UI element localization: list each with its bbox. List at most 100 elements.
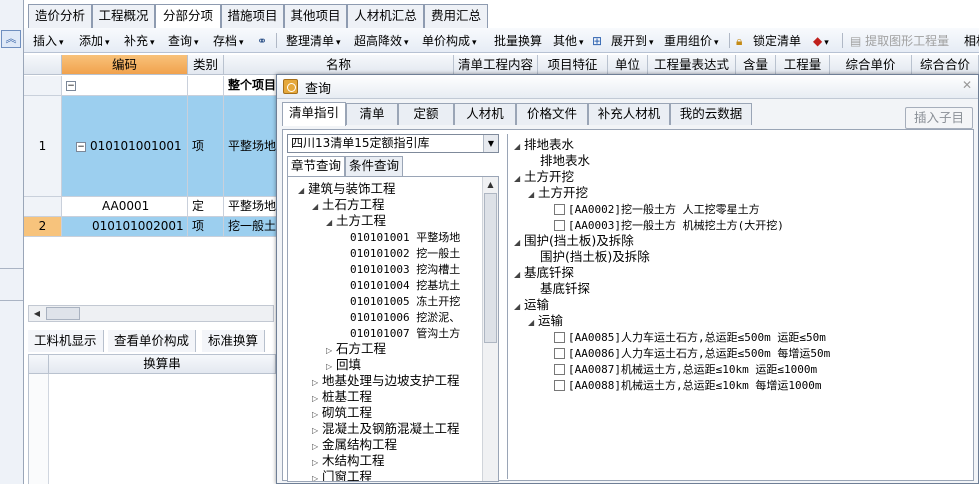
collapse-icon[interactable]: −	[66, 80, 76, 91]
horizontal-scrollbar[interactable]: ◀	[28, 305, 274, 322]
archive-menu[interactable]: 存档 ▾	[213, 32, 244, 50]
tree-node[interactable]: 010101005 冻土开挖	[340, 293, 460, 309]
unit-composition-menu[interactable]: 单价构成 ▾	[422, 32, 477, 50]
tree-node[interactable]: 010101004 挖基坑土	[340, 277, 460, 293]
insert-menu[interactable]: 插入 ▾	[33, 32, 64, 50]
col-header-content-qty[interactable]: 含量	[736, 55, 776, 75]
checkbox[interactable]	[554, 364, 565, 375]
expanded-triangle-icon[interactable]: ◢	[312, 199, 322, 215]
expanded-triangle-icon[interactable]: ◢	[514, 267, 524, 283]
checkbox[interactable]	[554, 204, 565, 215]
quota-item[interactable]: [AA0086]人力车运土石方,总运距≤500m 每增运50m	[542, 345, 830, 361]
tree-node[interactable]: ▷ 砌筑工程	[312, 405, 372, 421]
col-header-expression[interactable]: 工程量表达式	[648, 55, 736, 75]
guide-node[interactable]: ◢ 基底钎探	[514, 265, 574, 281]
expanded-triangle-icon[interactable]: ◢	[326, 215, 336, 231]
tree-node[interactable]: 010101001 平整场地	[340, 229, 460, 245]
guide-node[interactable]: ◢ 土方开挖	[514, 169, 574, 185]
tab-my-cloud-data[interactable]: 我的云数据	[670, 103, 752, 125]
table-row-code[interactable]: −	[62, 76, 188, 96]
expanded-triangle-icon[interactable]: ◢	[298, 183, 308, 199]
row-number[interactable]: 2	[24, 217, 62, 237]
guide-node[interactable]: ◢ 土方开挖	[528, 185, 588, 201]
table-row-type[interactable]: 项	[188, 96, 224, 197]
tab-project-overview[interactable]: 工程概况	[92, 4, 155, 28]
tab-labor-material-display[interactable]: 工料机显示	[28, 330, 104, 352]
quota-item[interactable]: [AA0003]挖一般土方 机械挖土方(大开挖)	[542, 217, 784, 233]
tab-labor-material[interactable]: 人材机	[454, 103, 516, 125]
tab-quota[interactable]: 定额	[398, 103, 454, 125]
lock-list-button[interactable]: 锁定清单	[753, 32, 801, 50]
checkbox[interactable]	[554, 348, 565, 359]
tab-supplement-labor-material[interactable]: 补充人材机	[588, 103, 670, 125]
row-number[interactable]: 1	[24, 96, 62, 197]
scroll-thumb[interactable]	[46, 307, 80, 320]
col-header-content[interactable]: 清单工程内容	[454, 55, 538, 75]
guide-node[interactable]: 排地表水	[528, 153, 590, 169]
tab-list[interactable]: 清单	[346, 103, 398, 125]
table-row-code[interactable]: AA0001	[62, 197, 188, 217]
tab-cost-analysis[interactable]: 造价分析	[28, 4, 92, 28]
guide-node[interactable]: 围护(挡土板)及拆除	[528, 249, 650, 265]
chevron-down-icon[interactable]: ▼	[483, 135, 498, 152]
guide-node[interactable]: ◢ 排地表水	[514, 137, 574, 153]
quota-item[interactable]: [AA0085]人力车运土石方,总运距≤500m 运距≤50m	[542, 329, 826, 345]
close-icon[interactable]: ✕	[962, 78, 972, 92]
tab-chapter-query[interactable]: 章节查询	[287, 156, 345, 176]
extract-graph-quantity-button[interactable]: ▤ 提取图形工程量	[850, 32, 949, 50]
super-reduce-menu[interactable]: 超高降效 ▾	[354, 32, 409, 50]
dialog-titlebar[interactable]: 查询 ✕	[277, 75, 978, 99]
paint-bucket-icon[interactable]: ◆ ▾	[813, 32, 829, 50]
tree-node[interactable]: ◢ 建筑与装饰工程	[298, 181, 396, 197]
tree-node[interactable]: ▷ 石方工程	[326, 341, 386, 357]
checkbox[interactable]	[554, 332, 565, 343]
query-menu[interactable]: 查询 ▾	[168, 32, 199, 50]
table-row-code[interactable]: 010101002001	[62, 217, 188, 237]
guide-node[interactable]: 基底钎探	[528, 281, 590, 297]
other-menu[interactable]: 其他 ▾	[553, 32, 584, 50]
library-select[interactable]: 四川13清单15定额指引库 ▼	[287, 134, 499, 153]
tab-price-file[interactable]: 价格文件	[516, 103, 588, 125]
table-row-type[interactable]: 定	[188, 197, 224, 217]
quota-item[interactable]: [AA0088]机械运土方,总运距≤10km 每增运1000m	[542, 377, 821, 393]
organize-list-menu[interactable]: 整理清单 ▾	[286, 32, 341, 50]
tab-standard-conversion[interactable]: 标准换算	[202, 330, 266, 352]
tree-node[interactable]: 010101007 管沟土方	[340, 325, 460, 341]
col-header-quantity[interactable]: 工程量	[776, 55, 830, 75]
tree-node[interactable]: 010101003 挖沟槽土	[340, 261, 460, 277]
tree-node[interactable]: ▷ 桩基工程	[312, 389, 372, 405]
expanded-triangle-icon[interactable]: ◢	[528, 315, 538, 331]
col-header-unit[interactable]: 单位	[608, 55, 648, 75]
tab-labor-material-summary[interactable]: 人材机汇总	[347, 4, 424, 28]
reuse-price-menu[interactable]: 重用组价 ▾	[664, 32, 719, 50]
quota-item[interactable]: [AA0087]机械运土方,总运距≤10km 运距≤1000m	[542, 361, 817, 377]
collapse-icon[interactable]: −	[76, 141, 86, 152]
tab-view-unit-composition[interactable]: 查看单价构成	[108, 330, 197, 352]
col-header-name[interactable]: 名称	[224, 55, 454, 75]
collapsed-triangle-icon[interactable]: ▷	[312, 471, 322, 481]
binoculars-icon[interactable]: ⚭	[257, 32, 267, 50]
expanded-triangle-icon[interactable]: ◢	[514, 139, 524, 155]
related-button[interactable]: 相相	[964, 32, 979, 50]
tree-node[interactable]: ◢ 土石方工程	[312, 197, 385, 213]
guide-node[interactable]: ◢ 运输	[514, 297, 549, 313]
scroll-thumb[interactable]	[484, 193, 497, 343]
expand-to-menu[interactable]: 展开到 ▾	[611, 32, 654, 50]
tab-condition-query[interactable]: 条件查询	[345, 156, 403, 176]
col-header-unit-price[interactable]: 综合单价	[830, 55, 912, 75]
col-header-code[interactable]: 编码	[62, 55, 188, 75]
tree-node[interactable]: ▷ 混凝土及钢筋混凝土工程	[312, 421, 460, 437]
expanded-triangle-icon[interactable]: ◢	[514, 235, 524, 251]
guide-node[interactable]: ◢ 围护(挡土板)及拆除	[514, 233, 634, 249]
expanded-triangle-icon[interactable]: ◢	[514, 171, 524, 187]
row-number[interactable]	[24, 197, 62, 217]
guide-node[interactable]: ◢ 运输	[528, 313, 563, 329]
checkbox[interactable]	[554, 220, 565, 231]
table-row-code[interactable]: −010101001001	[62, 96, 188, 197]
tree-node[interactable]: 010101002 挖一般土	[340, 245, 460, 261]
col-header-type[interactable]: 类别	[188, 55, 224, 75]
checkbox[interactable]	[554, 380, 565, 391]
add-menu[interactable]: 添加 ▾	[79, 32, 110, 50]
tab-items[interactable]: 分部分项	[155, 4, 221, 29]
col-header-total-price[interactable]: 综合合价	[912, 55, 979, 75]
